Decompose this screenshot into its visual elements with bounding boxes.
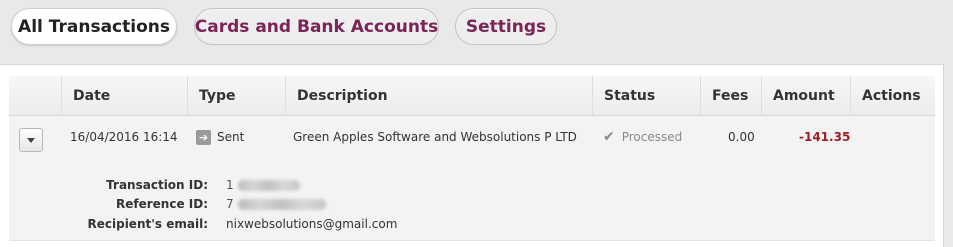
column-header-actions: Actions: [850, 76, 935, 116]
redacted-blur: [237, 179, 300, 191]
column-header-date[interactable]: Date: [61, 76, 187, 116]
checkmark-icon: ✔: [603, 129, 615, 145]
transactions-panel: Date Type Description Status Fees Amount…: [0, 64, 944, 247]
row-fees: 0.00: [728, 130, 755, 144]
column-header-status[interactable]: Status: [592, 76, 700, 116]
column-header-description[interactable]: Description: [285, 76, 592, 116]
chevron-down-icon: [27, 137, 35, 143]
tab-cards-and-bank-accounts[interactable]: Cards and Bank Accounts: [194, 8, 439, 45]
transaction-id-visible: 1: [226, 178, 234, 192]
reference-id-visible: 7: [226, 197, 234, 211]
tab-all-transactions[interactable]: All Transactions: [11, 8, 177, 45]
transaction-id-label: Transaction ID:: [106, 178, 208, 192]
expand-row-button[interactable]: [19, 128, 43, 152]
column-header-amount[interactable]: Amount: [761, 76, 850, 116]
row-amount: -141.35: [799, 130, 851, 144]
column-header-fees[interactable]: Fees: [700, 76, 761, 116]
redacted-blur: [237, 198, 326, 210]
table-row: 16/04/2016 16:14 ➔ Sent Green Apples Sof…: [9, 116, 935, 241]
arrow-right-icon: ➔: [196, 129, 211, 145]
recipient-email-label: Recipient's email:: [87, 217, 209, 231]
row-status-label: Processed: [621, 130, 683, 144]
column-header-expand: [9, 76, 61, 116]
table-header: Date Type Description Status Fees Amount…: [9, 76, 935, 116]
column-header-type[interactable]: Type: [187, 76, 285, 116]
row-date: 16/04/2016 16:14: [70, 130, 178, 144]
row-status: ✔ Processed: [603, 129, 682, 145]
row-description: Green Apples Software and Websolutions P…: [293, 130, 577, 144]
row-type-label: Sent: [217, 130, 245, 144]
reference-id-label: Reference ID:: [116, 197, 208, 211]
transaction-id-value: 1: [226, 178, 300, 192]
row-type: ➔ Sent: [196, 129, 244, 145]
recipient-email-value: nixwebsolutions@gmail.com: [226, 217, 398, 231]
reference-id-value: 7: [226, 197, 326, 211]
tab-settings[interactable]: Settings: [455, 8, 557, 45]
